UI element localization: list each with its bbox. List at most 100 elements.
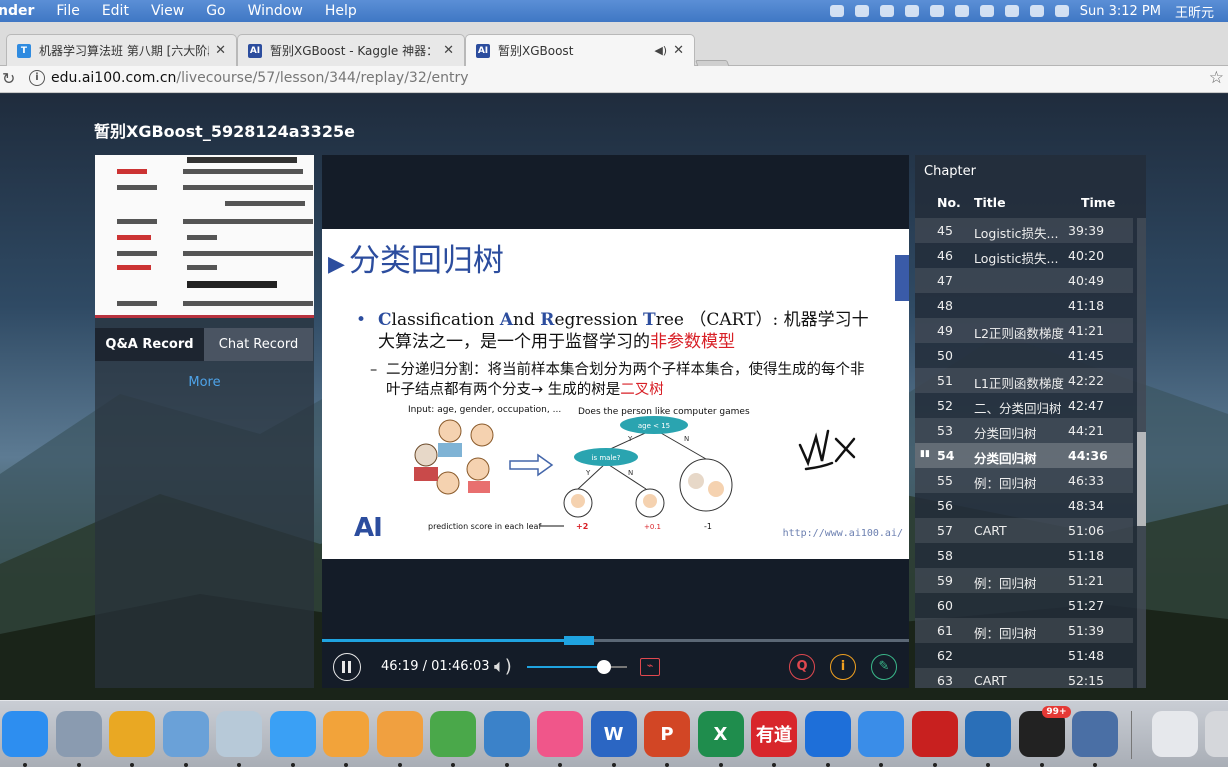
acrobat-icon[interactable] <box>911 711 958 757</box>
tab-favicon-icon: AI <box>248 43 262 58</box>
menu-help[interactable]: Help <box>325 3 357 19</box>
evernote-icon[interactable] <box>854 5 869 17</box>
chapter-row[interactable]: 50 41:45 <box>915 343 1133 368</box>
spotlight-icon[interactable] <box>1072 711 1118 757</box>
finder-icon[interactable] <box>2 711 48 757</box>
chapter-row[interactable]: 46 Logistic损失... 40:20 <box>915 243 1133 268</box>
chapter-row[interactable]: 47 40:49 <box>915 268 1133 293</box>
trash-icon[interactable] <box>1205 711 1228 757</box>
chapter-scrollbar[interactable] <box>1137 218 1146 688</box>
running-indicator <box>397 763 402 767</box>
feishu-icon[interactable] <box>879 5 894 17</box>
chapter-row[interactable]: 51 L1正则函数梯度 42:22 <box>915 368 1133 393</box>
chrome-icon[interactable] <box>109 711 155 757</box>
close-icon[interactable]: ✕ <box>215 43 226 58</box>
chapter-row[interactable]: 58 51:18 <box>915 543 1133 568</box>
trend-chart-button[interactable]: ⌁ <box>640 658 660 676</box>
battery-icon[interactable] <box>1029 5 1044 17</box>
menu-go[interactable]: Go <box>206 3 225 19</box>
keynote-icon[interactable] <box>483 711 530 757</box>
menu-edit[interactable]: Edit <box>102 3 129 19</box>
chapter-row[interactable]: 59 例：回归树 51:21 <box>915 568 1133 593</box>
chapter-title: Logistic损失... <box>974 226 1059 241</box>
progress-bar[interactable] <box>322 636 909 645</box>
tab-xgboost-active[interactable]: AI 暂别XGBoost ◀) ✕ <box>465 34 695 66</box>
chapter-row[interactable]: 62 51:48 <box>915 643 1133 668</box>
preview-icon[interactable] <box>216 711 262 757</box>
video-player[interactable]: ▶ 分类回归树 • Classification And Regression T… <box>322 155 909 688</box>
chapter-row[interactable]: 53 分类回归树 44:21 <box>915 418 1133 443</box>
photos-icon[interactable] <box>323 711 369 757</box>
numbers-icon[interactable] <box>430 711 476 757</box>
tab-course[interactable]: T 机器学习算法班 第八期 [六大阶段 ✕ <box>6 34 237 66</box>
excel-icon[interactable]: X <box>697 711 744 757</box>
chapter-row[interactable]: 45 Logistic损失... 39:39 <box>915 218 1133 243</box>
volume-menu-icon[interactable] <box>1004 5 1019 17</box>
close-icon[interactable]: ✕ <box>443 43 454 58</box>
running-indicator <box>1093 763 1097 767</box>
menu-view[interactable]: View <box>151 3 184 19</box>
chapter-row[interactable]: 61 例：回归树 51:39 <box>915 618 1133 643</box>
wechat-icon[interactable] <box>929 5 944 17</box>
input-method-icon[interactable] <box>1054 5 1069 17</box>
reload-icon[interactable]: ↻ <box>2 69 15 88</box>
chapter-time: 52:15 <box>1068 673 1105 688</box>
chapter-row[interactable]: 49 L2正则函数梯度 41:21 <box>915 318 1133 343</box>
word-icon[interactable]: W <box>590 711 637 757</box>
downloads-icon[interactable] <box>1151 711 1198 757</box>
feishu-icon[interactable] <box>858 711 904 757</box>
qq-menu-icon[interactable] <box>904 5 919 17</box>
slide-thumbnail[interactable] <box>95 155 314 318</box>
thumb-line <box>117 301 157 306</box>
menu-file[interactable]: File <box>56 3 79 19</box>
chapter-row[interactable]: 63 CART 52:15 <box>915 668 1133 688</box>
bookmark-star-icon[interactable]: ☆ <box>1209 68 1224 88</box>
chapter-row[interactable]: 60 51:27 <box>915 593 1133 618</box>
more-link[interactable]: More <box>95 375 314 390</box>
url-field[interactable]: edu.ai100.com.cn/livecourse/57/lesson/34… <box>51 70 468 86</box>
running-indicator <box>237 763 241 767</box>
bullet-dot: • <box>356 310 367 330</box>
thumb-line <box>117 219 157 224</box>
leaf-face <box>708 481 724 497</box>
volume-handle[interactable] <box>597 660 611 674</box>
qa-button[interactable]: Q <box>789 654 815 680</box>
volume-icon[interactable]: 🔈︎) <box>494 656 512 677</box>
chapter-row[interactable]: 57 CART 51:06 <box>915 518 1133 543</box>
qq-icon[interactable]: 99+ <box>1018 706 1071 757</box>
progress-handle[interactable] <box>563 636 594 645</box>
pages-icon[interactable] <box>376 711 423 757</box>
volume-slider[interactable] <box>527 660 627 674</box>
chapter-row[interactable]: 52 二、分类回归树 42:47 <box>915 393 1133 418</box>
launchpad-icon[interactable] <box>55 711 102 757</box>
quicktime-icon[interactable] <box>965 711 1011 757</box>
tab-kaggle[interactable]: AI 暂别XGBoost - Kaggle 神器：X ✕ <box>237 34 465 66</box>
chapter-row[interactable]: 48 41:18 <box>915 293 1133 318</box>
pencil-icon[interactable]: ✎ <box>871 654 897 680</box>
tab-chat-record[interactable]: Chat Record <box>204 328 313 361</box>
teamviewer-icon[interactable] <box>804 711 851 757</box>
chapter-row[interactable]: 56 48:34 <box>915 493 1133 518</box>
scrollbar-thumb[interactable] <box>1137 432 1146 526</box>
powerpoint-icon[interactable]: P <box>644 711 690 757</box>
menu-window[interactable]: Window <box>248 3 303 19</box>
info-button[interactable]: i <box>830 654 856 680</box>
wifi-icon[interactable] <box>979 5 994 17</box>
youdao-icon[interactable]: 有道 <box>751 711 797 757</box>
record-icon[interactable] <box>829 5 844 17</box>
close-icon[interactable]: ✕ <box>673 43 684 58</box>
itunes-icon[interactable] <box>537 711 583 757</box>
menu-clock[interactable]: Sun 3:12 PM <box>1080 4 1161 19</box>
chapter-row[interactable]: ▮▮ 54 分类回归树 44:36 <box>915 443 1133 468</box>
pause-button[interactable] <box>333 653 361 681</box>
cloud-icon[interactable] <box>954 5 969 17</box>
tab-qa-record[interactable]: Q&A Record <box>95 328 204 361</box>
messages-icon[interactable] <box>269 711 316 757</box>
mail-icon[interactable] <box>162 711 209 757</box>
menu-user[interactable]: 王昕元 <box>1175 2 1214 21</box>
leaf-3 <box>679 458 733 512</box>
info-icon[interactable]: i <box>29 70 45 86</box>
speaker-icon[interactable]: ◀) <box>654 44 667 57</box>
chapter-row[interactable]: 55 例：回归树 46:33 <box>915 468 1133 493</box>
menu-app-name[interactable]: nder <box>0 3 34 19</box>
